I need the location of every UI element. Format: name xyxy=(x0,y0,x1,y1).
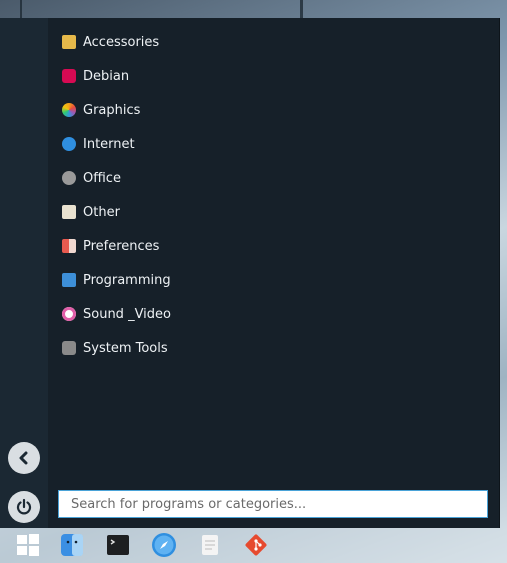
finder-button[interactable] xyxy=(59,532,85,558)
category-label: Office xyxy=(83,170,121,186)
notes-button[interactable] xyxy=(197,532,223,558)
git-icon xyxy=(245,534,267,556)
windows-logo-icon xyxy=(17,534,39,556)
category-office[interactable]: Office xyxy=(62,167,121,189)
system-tools-icon xyxy=(62,341,76,355)
category-label: Other xyxy=(83,204,120,220)
category-label: Internet xyxy=(83,136,135,152)
category-list: Accessories Debian Graphics Internet Off… xyxy=(48,18,499,528)
finder-icon xyxy=(61,534,83,556)
git-button[interactable] xyxy=(243,532,269,558)
category-label: Debian xyxy=(83,68,130,84)
power-button[interactable] xyxy=(8,491,40,523)
category-system-tools[interactable]: System Tools xyxy=(62,337,168,359)
application-menu: Accessories Debian Graphics Internet Off… xyxy=(0,18,500,528)
taskbar xyxy=(0,528,507,563)
power-icon xyxy=(16,498,32,515)
sound-video-icon xyxy=(62,307,76,321)
category-debian[interactable]: Debian xyxy=(62,65,129,87)
search-input[interactable] xyxy=(58,490,488,518)
terminal-button[interactable] xyxy=(105,532,131,558)
back-arrow-icon xyxy=(19,451,28,465)
compass-icon xyxy=(152,533,176,557)
terminal-icon xyxy=(107,535,129,555)
internet-icon xyxy=(62,137,76,151)
category-accessories[interactable]: Accessories xyxy=(62,31,159,53)
office-icon xyxy=(62,171,76,185)
menu-sidebar xyxy=(0,18,48,528)
category-other[interactable]: Other xyxy=(62,201,120,223)
browser-button[interactable] xyxy=(151,532,177,558)
category-internet[interactable]: Internet xyxy=(62,133,135,155)
category-programming[interactable]: Programming xyxy=(62,269,171,291)
category-label: Programming xyxy=(83,272,171,288)
category-graphics[interactable]: Graphics xyxy=(62,99,140,121)
accessories-icon xyxy=(62,35,76,49)
other-icon xyxy=(62,205,76,219)
programming-icon xyxy=(62,273,76,287)
notepad-icon xyxy=(202,535,218,555)
category-label: Preferences xyxy=(83,238,160,254)
category-label: Sound _Video xyxy=(83,306,171,322)
category-preferences[interactable]: Preferences xyxy=(62,235,159,257)
category-sound-video[interactable]: Sound _Video xyxy=(62,303,171,325)
debian-icon xyxy=(62,69,76,83)
category-label: Accessories xyxy=(83,34,160,50)
preferences-icon xyxy=(62,239,76,253)
category-label: System Tools xyxy=(83,340,168,356)
graphics-icon xyxy=(62,103,76,117)
back-button[interactable] xyxy=(8,442,40,474)
category-label: Graphics xyxy=(83,102,141,118)
start-menu-button[interactable] xyxy=(15,532,41,558)
